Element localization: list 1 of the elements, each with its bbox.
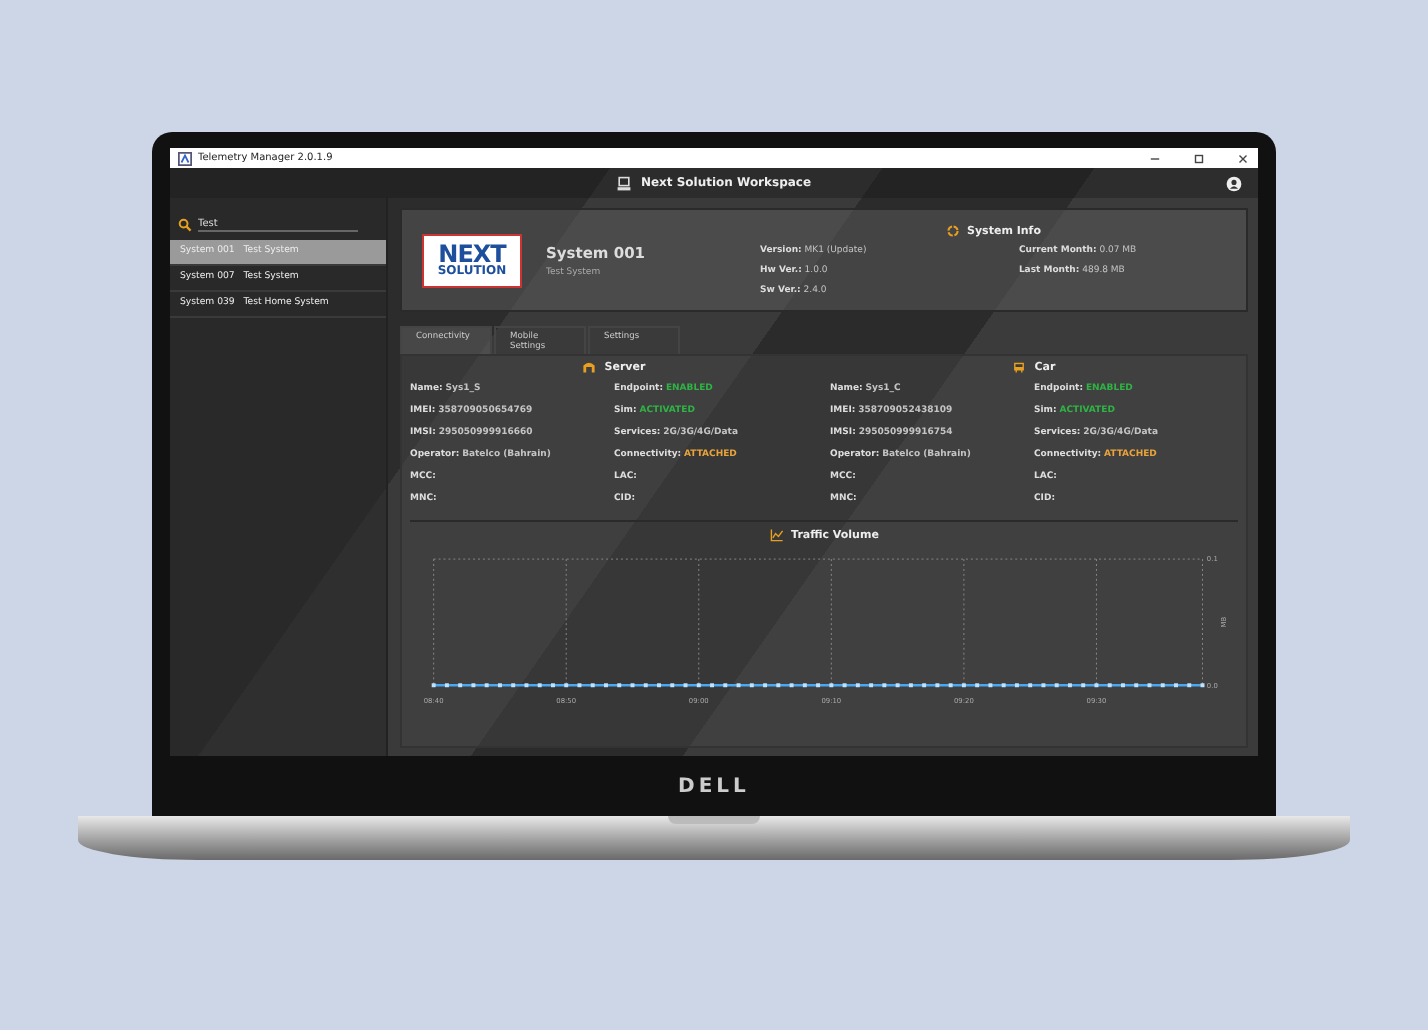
laptop-brand-logo: DELL [678, 775, 750, 797]
